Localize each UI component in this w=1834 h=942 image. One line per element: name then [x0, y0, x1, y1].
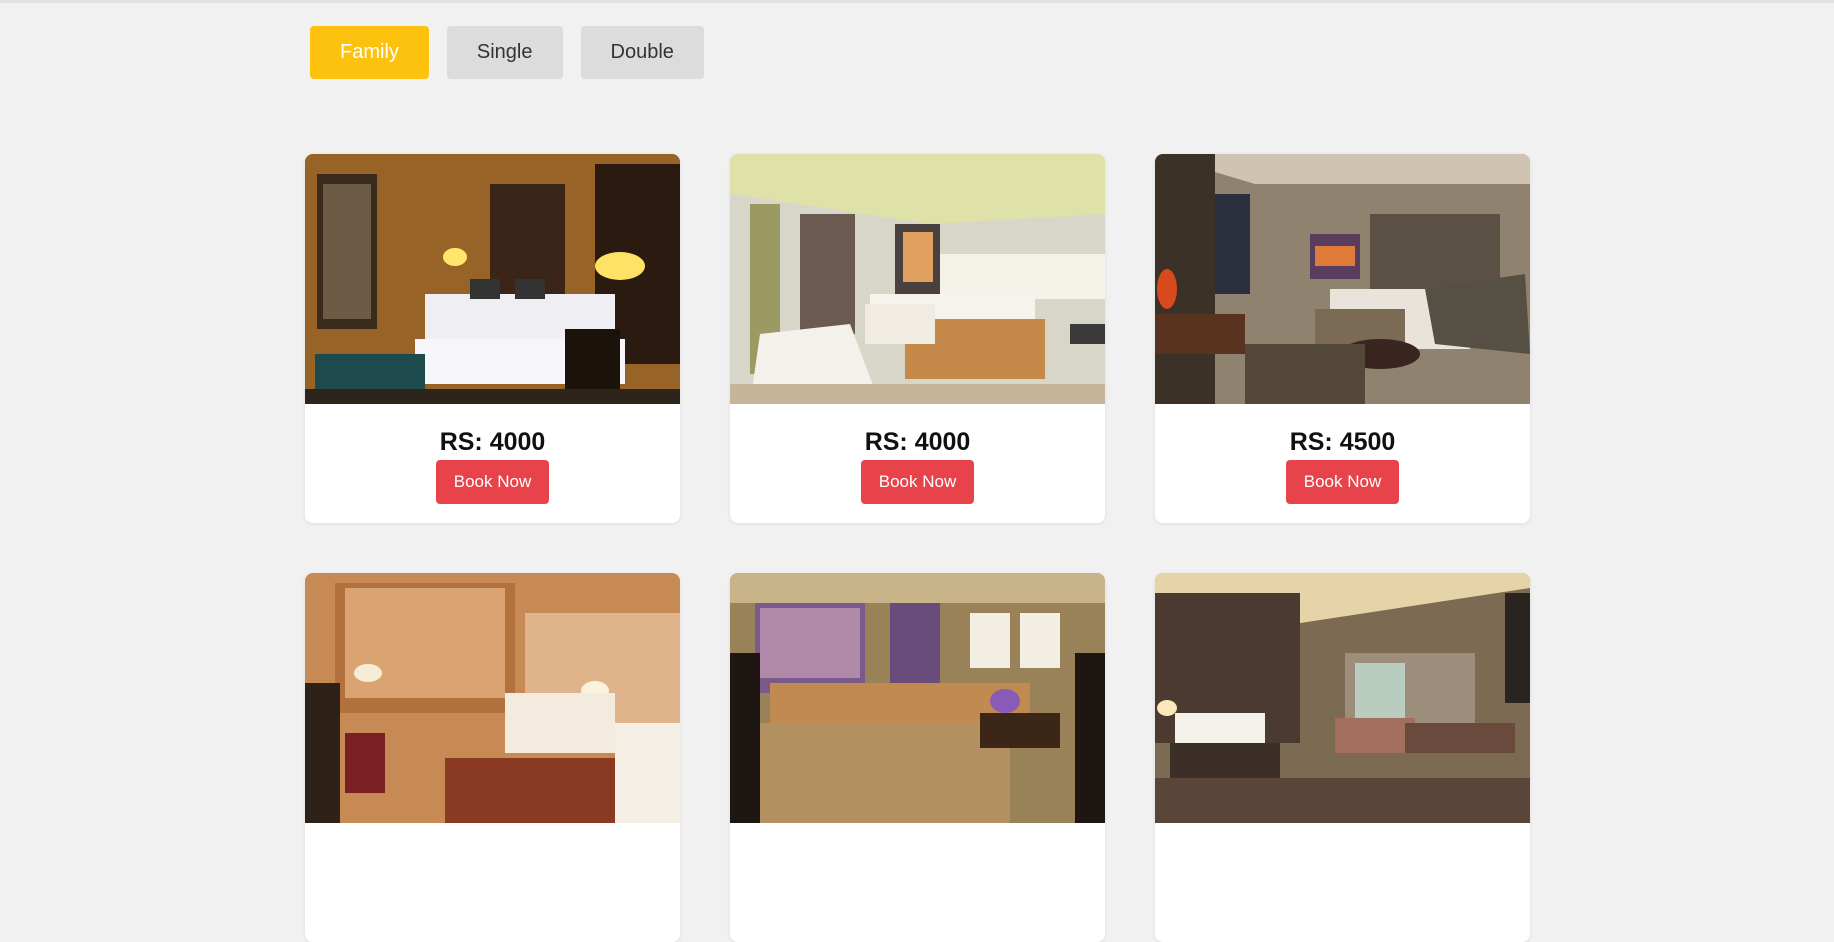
room-photo [1155, 573, 1530, 823]
room-grid: RS: 4000 Book Now RS: 4000 Book Now RS: … [305, 154, 1530, 942]
room-card [730, 573, 1105, 942]
room-card [305, 573, 680, 942]
room-card [1155, 573, 1530, 942]
card-body [305, 823, 680, 847]
room-photo [730, 573, 1105, 823]
room-price: RS: 4000 [439, 428, 546, 456]
card-body [1155, 823, 1530, 847]
room-price: RS: 4000 [864, 428, 971, 456]
filter-single-button[interactable]: Single [446, 26, 563, 79]
room-card: RS: 4500 Book Now [1155, 154, 1530, 523]
room-photo [305, 573, 680, 823]
room-card: RS: 4000 Book Now [305, 154, 680, 523]
book-now-button[interactable]: Book Now [436, 460, 549, 504]
room-photo [1155, 154, 1530, 404]
card-body: RS: 4000 Book Now [730, 404, 1105, 504]
room-photo [730, 154, 1105, 404]
card-body: RS: 4000 Book Now [305, 404, 680, 504]
room-card: RS: 4000 Book Now [730, 154, 1105, 523]
room-type-filters: Family Single Double [310, 26, 704, 79]
top-border [0, 0, 1834, 3]
filter-family-button[interactable]: Family [310, 26, 429, 79]
card-body: RS: 4500 Book Now [1155, 404, 1530, 504]
book-now-button[interactable]: Book Now [1286, 460, 1399, 504]
card-body [730, 823, 1105, 847]
filter-double-button[interactable]: Double [580, 26, 704, 79]
room-price: RS: 4500 [1289, 428, 1396, 456]
room-photo [305, 154, 680, 404]
book-now-button[interactable]: Book Now [861, 460, 974, 504]
